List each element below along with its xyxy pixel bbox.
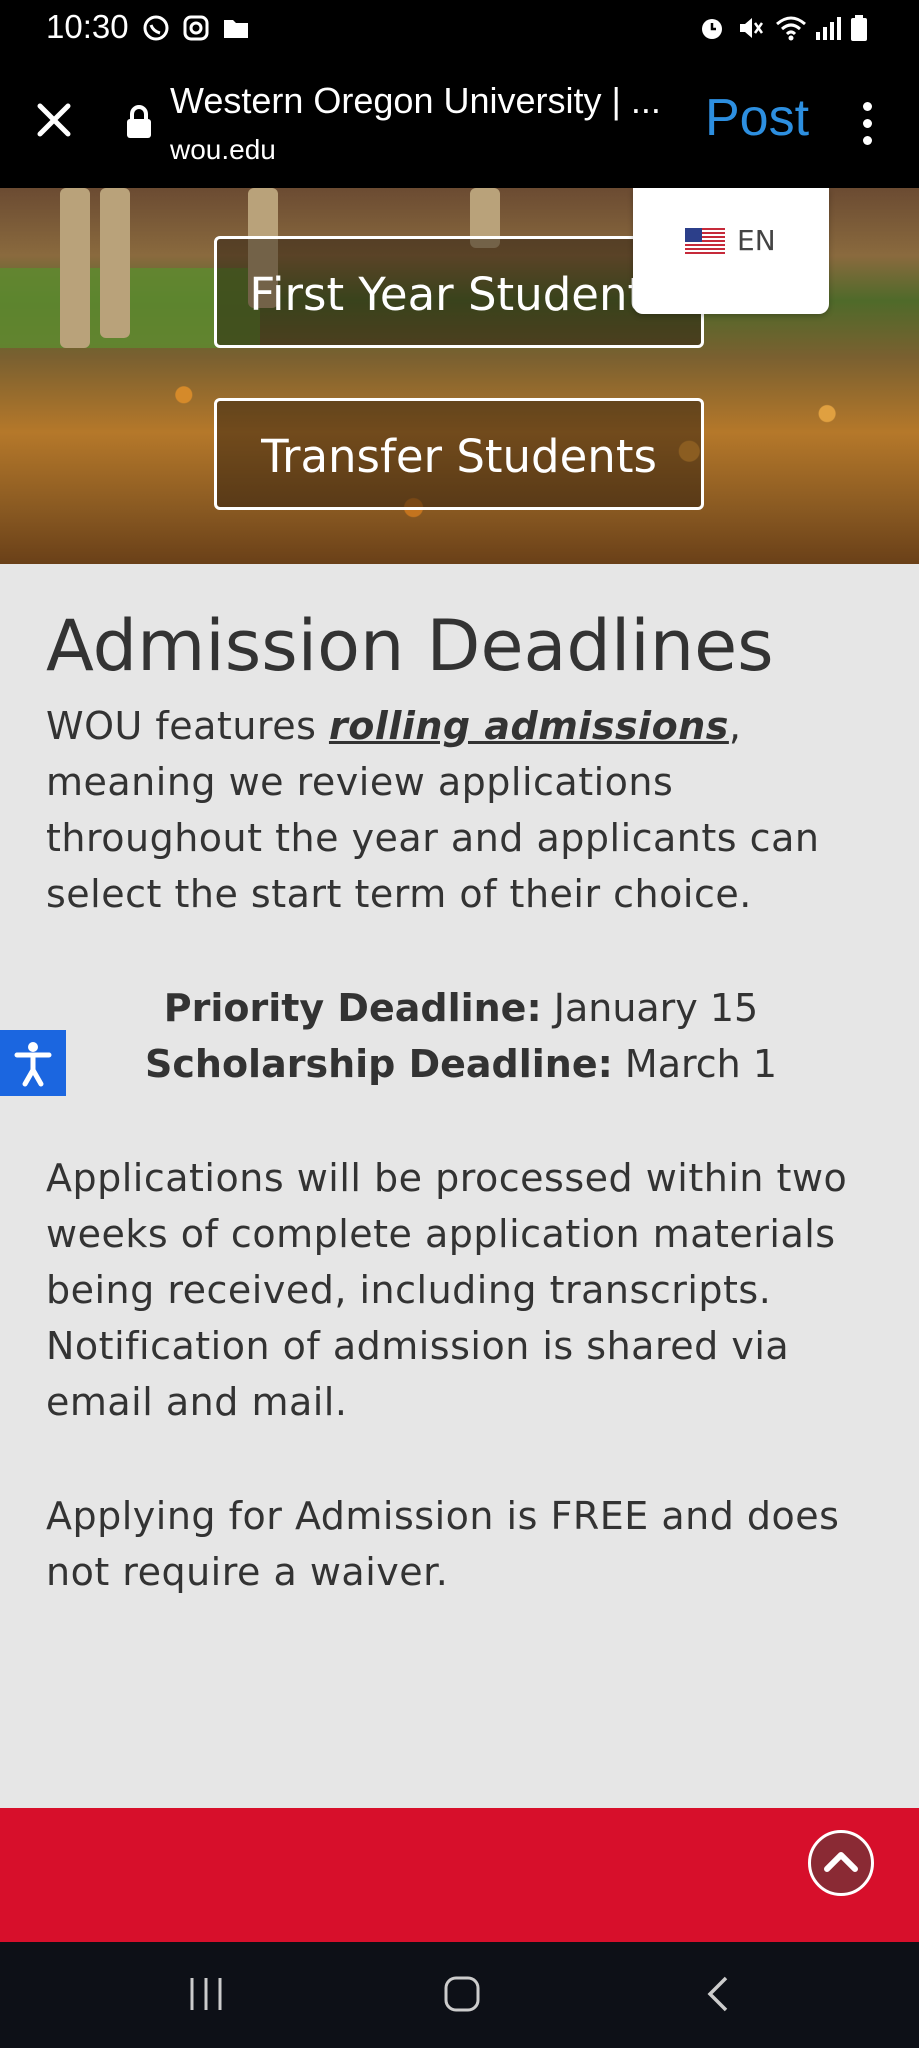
scholarship-deadline-label: Scholarship Deadline: [145,1042,613,1086]
whatsapp-icon [143,15,169,41]
free-application-paragraph: Applying for Admission is FREE and does … [46,1494,840,1594]
wifi-icon [776,16,806,41]
language-code: EN [737,224,776,257]
intro-text-pre: WOU features [46,704,329,748]
mute-icon [740,18,764,38]
home-icon[interactable] [440,1972,484,2016]
transfer-students-button[interactable]: Transfer Students [214,398,704,510]
language-selector[interactable]: EN [633,188,829,314]
chevron-up-icon [824,1852,858,1872]
priority-deadline-value: January 15 [541,986,759,1030]
accessibility-button[interactable] [0,1030,66,1096]
more-options-icon[interactable] [860,102,874,148]
signal-icon [816,17,841,40]
first-year-students-button[interactable]: First Year Students [214,236,704,348]
rolling-admissions-link[interactable]: rolling admissions [329,704,729,748]
accessibility-icon [14,1042,52,1087]
status-time: 10:30 [46,8,129,45]
status-bar: 10:30 [0,0,919,60]
post-button[interactable]: Post [705,88,809,148]
alarm-icon [702,19,722,39]
intro-paragraph: WOU features rolling admissions, meaning… [46,698,876,922]
close-icon[interactable] [34,100,74,140]
lock-icon [127,105,151,138]
system-nav-bar [0,1942,919,2048]
browser-toolbar: Western Oregon University | ... wou.edu … [0,60,919,188]
priority-deadline-label: Priority Deadline: [163,986,542,1030]
scroll-to-top-button[interactable] [808,1830,874,1896]
processing-paragraph: Applications will be processed within tw… [46,1156,848,1424]
section-heading: Admission Deadlines [46,605,774,687]
instagram-icon [183,15,209,41]
battery-icon [851,15,867,41]
priority-deadline: Priority Deadline: January 15 [46,980,876,1036]
folder-icon [224,20,248,38]
back-icon[interactable] [700,1972,740,2016]
us-flag-icon [685,228,725,254]
main-content: Admission Deadlines WOU features rolling… [46,600,876,1600]
scholarship-deadline: Scholarship Deadline: March 1 [46,1036,876,1092]
page-url[interactable]: wou.edu [170,134,276,166]
scholarship-deadline-value: March 1 [612,1042,777,1086]
recent-apps-icon[interactable] [186,1974,226,2014]
footer-band [0,1808,919,1942]
page-title[interactable]: Western Oregon University | ... [170,80,661,122]
deadlines-block: Priority Deadline: January 15 Scholarshi… [46,980,876,1092]
